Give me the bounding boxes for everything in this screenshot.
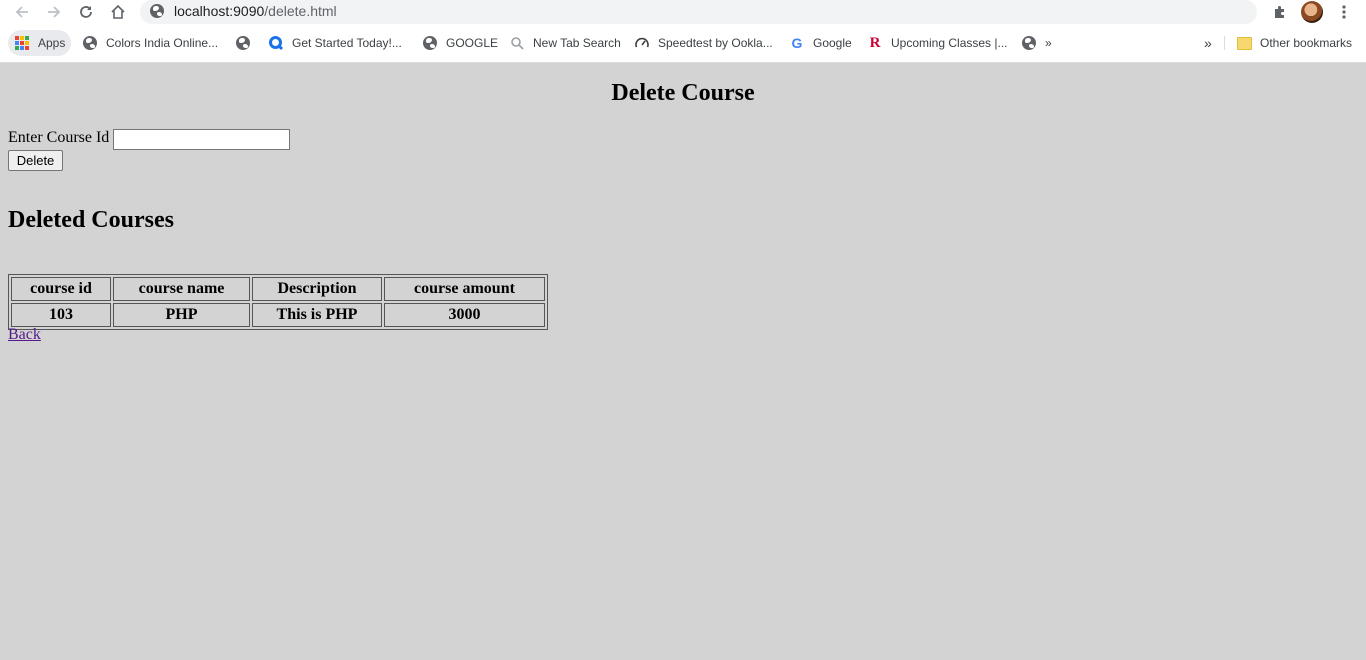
folder-icon [1236,35,1252,51]
double-chevron-icon: » [1204,35,1212,51]
url-path: /delete.html [264,3,337,19]
kebab-menu-icon[interactable] [1334,0,1354,24]
bookmark-get-started[interactable]: Get Started Today!... [268,30,402,56]
url-host: localhost:9090 [174,3,265,19]
extensions-puzzle-icon[interactable] [1268,0,1292,24]
google-g-icon: G [791,35,803,51]
bookmark-google-caps[interactable]: GOOGLE [422,30,498,56]
forward-arrow-icon[interactable] [40,0,68,24]
course-id-input[interactable] [113,129,290,150]
site-info-globe-icon[interactable] [150,4,166,20]
globe-icon [82,35,98,51]
bookmark-speedtest[interactable]: Speedtest by Ookla... [634,30,773,56]
globe-icon [1021,35,1037,51]
column-header-course-amount: course amount [384,277,545,301]
globe-icon [235,35,251,51]
globe-icon [422,35,438,51]
bookmark-apps[interactable]: Apps [8,30,72,56]
profile-avatar[interactable] [1300,0,1324,24]
browser-chrome: localhost:9090/delete.html Apps Colors I… [0,0,1366,63]
bookmark-label: Other bookmarks [1260,36,1353,50]
bookmark-label: Apps [38,36,66,50]
cell-course-name: PHP [113,303,250,327]
q-logo-icon [268,35,284,51]
search-icon [509,35,525,51]
bookmark-label: New Tab Search [533,36,621,50]
url-text[interactable]: localhost:9090/delete.html [174,3,337,19]
bookmark-more[interactable]: » [1021,30,1052,56]
back-link[interactable]: Back [8,326,41,344]
bookmarks-overflow-button[interactable]: » [1204,30,1212,56]
delete-button[interactable]: Delete [8,150,63,171]
cell-description: This is PHP [252,303,382,327]
deleted-courses-heading: Deleted Courses [8,207,174,233]
bookmark-new-tab-search[interactable]: New Tab Search [509,30,621,56]
reload-icon[interactable] [72,0,100,24]
table-row: 103 PHP This is PHP 3000 [11,303,545,327]
speedometer-icon [634,35,650,51]
bookmarks-separator [1224,36,1225,50]
page-title: Delete Course [611,80,755,106]
bookmark-google[interactable]: G Google [789,30,852,56]
cell-course-id: 103 [11,303,111,327]
bookmark-colors-india[interactable]: Colors India Online... [82,30,218,56]
column-header-course-name: course name [113,277,250,301]
deleted-courses-table: course id course name Description course… [8,274,548,330]
bookmark-label: Google [813,36,852,50]
back-arrow-icon[interactable] [8,0,36,24]
bookmark-label: Speedtest by Ookla... [658,36,773,50]
cell-course-amount: 3000 [384,303,545,327]
rutgers-r-icon: R [869,34,881,51]
bookmark-label: GOOGLE [446,36,499,50]
page-content: Delete Course Enter Course Id Delete Del… [0,62,1366,660]
other-bookmarks[interactable]: Other bookmarks [1236,30,1352,56]
table-header-row: course id course name Description course… [11,277,545,301]
column-header-description: Description [252,277,382,301]
address-bar[interactable]: localhost:9090/delete.html [140,0,1257,24]
bookmark-unnamed[interactable] [235,30,259,56]
apps-grid-icon [14,35,30,51]
course-id-label: Enter Course Id [8,129,110,146]
bookmarks-bar: Apps Colors India Online... Get Started … [0,30,1366,56]
bookmark-label: Colors India Online... [106,36,219,50]
bookmark-upcoming-classes[interactable]: R Upcoming Classes |... [867,30,1008,56]
bookmark-label: » [1045,36,1052,50]
bookmark-label: Get Started Today!... [292,36,402,50]
bookmark-label: Upcoming Classes |... [891,36,1008,50]
home-icon[interactable] [104,0,132,24]
column-header-course-id: course id [11,277,111,301]
